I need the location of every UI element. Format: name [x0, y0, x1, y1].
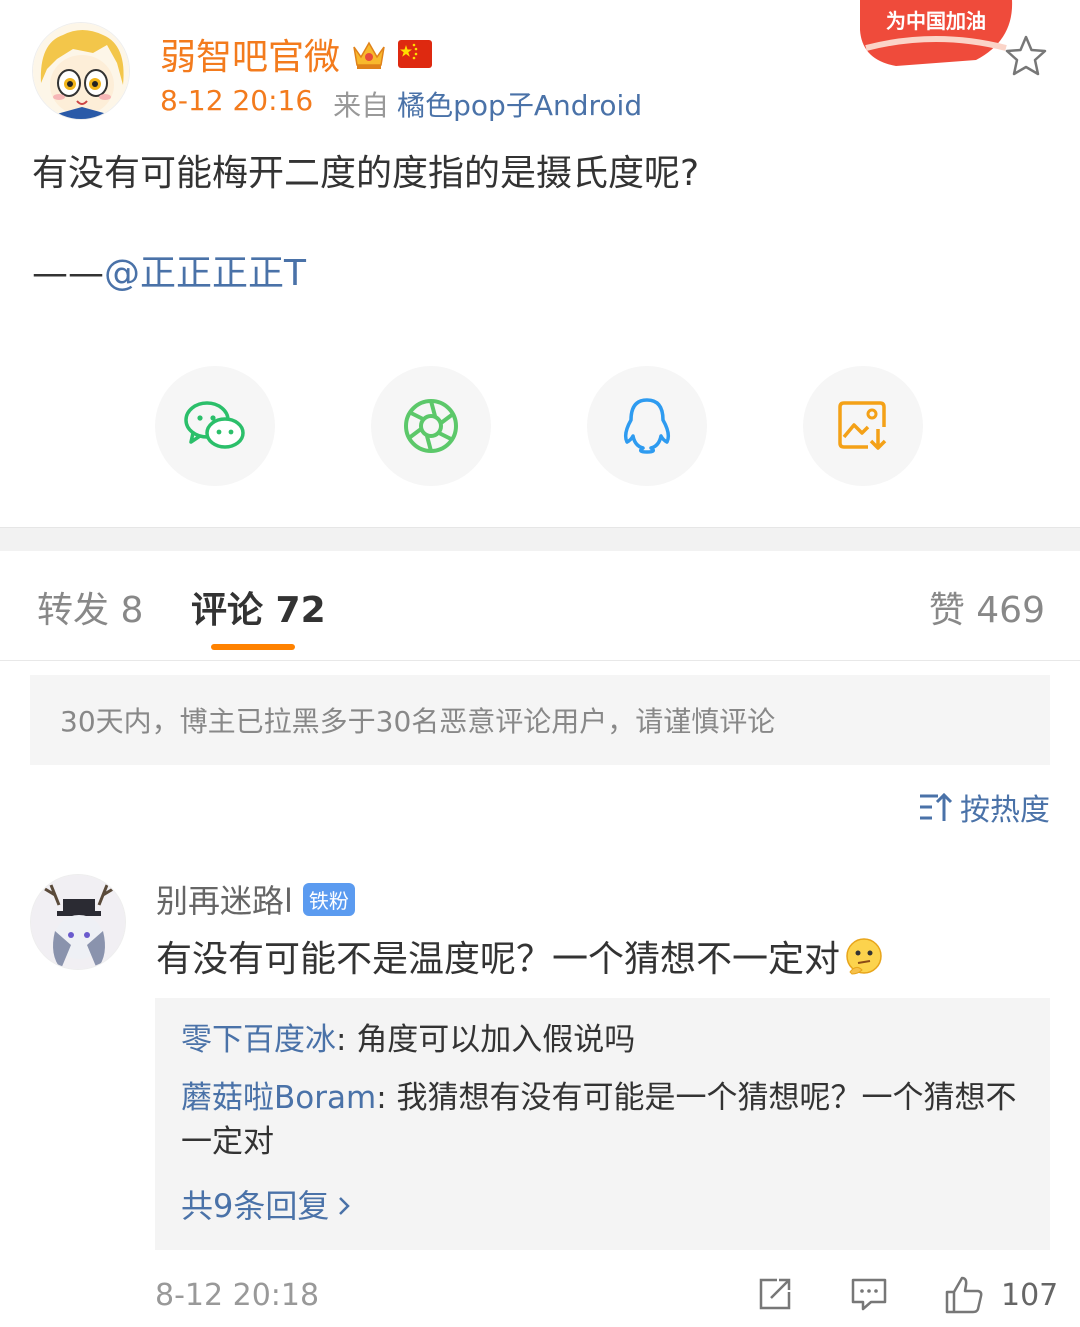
reply-text: 角度可以加入假说吗 — [356, 1022, 636, 1058]
tab-comments[interactable]: 评论 72 — [191, 581, 326, 633]
reply-author[interactable]: 零下百度冰 — [181, 1022, 336, 1058]
sort-button[interactable]: 按热度 — [918, 785, 1050, 829]
reply-preview-box[interactable]: 零下百度冰: 角度可以加入假说吗 蘑菇啦Boram: 我猜想有没有可能是一个猜想… — [155, 998, 1050, 1250]
section-separator — [0, 527, 1080, 551]
comment-notice: 30天内，博主已拉黑多于30名恶意评论用户，请谨慎评论 — [30, 675, 1050, 765]
badge-text: 为中国加油 — [886, 9, 986, 33]
reply-item: 零下百度冰: 角度可以加入假说吗 — [181, 1018, 1024, 1062]
comment-time: 8-12 20:18 — [155, 1278, 320, 1313]
post-meta: 8-12 20:16 来自 橘色pop子Android — [160, 84, 642, 124]
share-moments-button[interactable] — [371, 366, 491, 486]
share-qq-button[interactable] — [587, 366, 707, 486]
save-image-button[interactable] — [803, 366, 923, 486]
reply-sep: : — [336, 1022, 357, 1058]
commenter-avatar[interactable] — [30, 874, 126, 970]
comment-icon[interactable] — [849, 1274, 889, 1314]
author-line: 弱智吧官微 — [160, 28, 433, 80]
more-replies-link[interactable]: 共9条回复 — [181, 1184, 359, 1228]
like-icon[interactable] — [943, 1274, 985, 1316]
reply-author[interactable]: 蘑菇啦Boram — [181, 1080, 376, 1116]
save-image-icon — [838, 401, 887, 450]
post-content: 有没有可能梅开二度的度指的是摄氏度呢? ——@正正正正T — [32, 150, 699, 298]
author-name[interactable]: 弱智吧官微 — [160, 28, 340, 80]
comment-text: 有没有可能不是温度呢？一个猜想不一定对 — [156, 939, 841, 980]
share-bar — [155, 366, 923, 486]
chevron-right-icon — [339, 1197, 351, 1215]
like-count: 107 — [1001, 1278, 1059, 1313]
mention-link[interactable]: @正正正正T — [104, 253, 306, 294]
post-attribution: ——@正正正正T — [32, 250, 699, 298]
more-replies-label: 共9条回复 — [181, 1187, 330, 1225]
tab-bar: 转发 8 评论 72 赞 469 — [0, 551, 1080, 661]
cheer-badge: 为中国加油 — [860, 0, 1013, 66]
from-label: 来自 — [333, 89, 390, 122]
reply-sep: : — [376, 1080, 397, 1116]
post-card: 弱智吧官微 8-12 20:16 来自 橘色pop子Android 为中国加油 … — [0, 0, 1080, 527]
crown-icon — [353, 41, 385, 69]
comment-footer: 8-12 20:18 107 — [155, 1276, 1058, 1318]
post-text: 有没有可能梅开二度的度指的是摄氏度呢? — [32, 153, 700, 194]
moments-icon — [404, 399, 458, 453]
wechat-icon — [184, 401, 245, 449]
post-time: 8-12 20:16 — [160, 84, 314, 117]
share-wechat-button[interactable] — [155, 366, 275, 486]
repost-icon[interactable] — [755, 1274, 795, 1314]
reply-item: 蘑菇啦Boram: 我猜想有没有可能是一个猜想呢？一个猜想不一定对 — [181, 1076, 1024, 1164]
attribution-dash: —— — [32, 253, 104, 294]
qq-icon — [623, 398, 671, 454]
comment-text-line: 有没有可能不是温度呢？一个猜想不一定对 — [156, 930, 884, 982]
sort-icon — [920, 792, 953, 821]
sort-label: 按热度 — [960, 793, 1050, 828]
fan-badge: 铁粉 — [302, 882, 355, 916]
favorite-star-icon[interactable] — [1004, 34, 1048, 78]
thinking-emoji-icon — [846, 938, 882, 975]
china-flag-icon — [398, 40, 433, 68]
commenter-name[interactable]: 别再迷路l — [156, 876, 293, 922]
author-avatar[interactable] — [32, 22, 130, 120]
active-tab-indicator — [211, 644, 295, 650]
post-source[interactable]: 橘色pop子Android — [397, 84, 642, 124]
commenter-line: 别再迷路l 铁粉 — [156, 876, 355, 922]
tab-repost[interactable]: 转发 8 — [37, 581, 143, 633]
tab-likes[interactable]: 赞 469 — [929, 581, 1045, 633]
